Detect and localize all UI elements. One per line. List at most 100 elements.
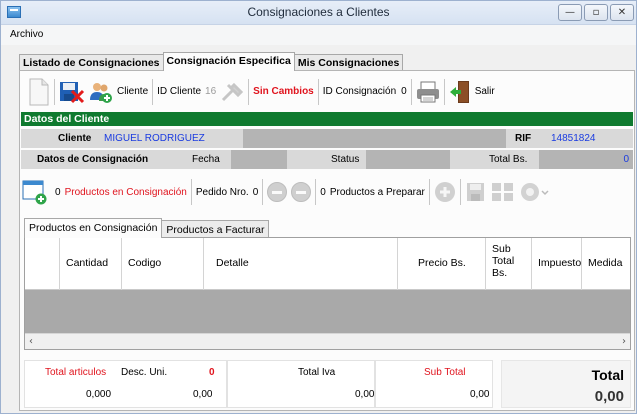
save-disabled-icon — [465, 181, 487, 203]
column-medida[interactable]: Medida — [581, 238, 630, 290]
status-value — [366, 150, 450, 169]
client-id-label: ID Cliente — [157, 86, 202, 97]
tab-productos-consignacion[interactable]: Productos en Consignación — [24, 218, 163, 238]
exit-door-icon[interactable] — [449, 80, 471, 104]
consignment-row: Datos de Consignación Fecha Status Total… — [21, 150, 633, 169]
column-detalle[interactable]: Detalle — [203, 238, 397, 290]
total-iva-value: 0,00 — [355, 389, 375, 400]
window-title: Consignaciones a Clientes — [247, 5, 390, 19]
total-bs-label: Total Bs. — [489, 154, 528, 165]
toolbar-separator — [459, 179, 461, 205]
scroll-right-icon[interactable]: › — [622, 336, 626, 347]
toolbar-separator — [262, 179, 264, 205]
desc-count: 0 — [209, 367, 215, 378]
main-tabs: Listado de Consignaciones Consignación E… — [19, 52, 404, 71]
total-bs-value: 0 — [539, 150, 633, 169]
tab-productos-facturar[interactable]: Productos a Facturar — [161, 220, 270, 238]
horizontal-scrollbar[interactable]: ‹ › — [25, 333, 630, 349]
column-medida-label: Medida — [588, 257, 623, 269]
total-iva-box: Total Iva 0,00 — [227, 360, 375, 408]
total-articles-label: Total articulos — [45, 367, 107, 378]
column-precio-label: Precio Bs. — [418, 257, 466, 269]
section-header: Datos del Cliente — [21, 112, 633, 126]
tab-mis-consignaciones[interactable]: Mis Consignaciones — [293, 54, 404, 71]
close-button[interactable]: ✕ — [610, 4, 634, 21]
desc-label: Desc. Uni. — [121, 367, 168, 378]
exit-label[interactable]: Salir — [475, 86, 495, 97]
column-cantidad[interactable]: Cantidad — [59, 238, 121, 290]
window-controls: — ▫ ✕ — [558, 4, 634, 21]
remove-icon[interactable] — [267, 182, 288, 202]
status-label: Status — [331, 154, 360, 165]
printer-icon[interactable] — [416, 80, 440, 104]
toolbar-separator — [443, 78, 445, 105]
menu-archivo[interactable]: Archivo — [10, 29, 43, 40]
grand-total-box: Total 0,00 — [501, 360, 631, 408]
client-row: Cliente MIGUEL RODRIGUEZ RIF 14851824 — [21, 129, 633, 148]
toolbar-separator — [317, 78, 319, 105]
column-cantidad-label: Cantidad — [66, 257, 109, 269]
total-articles-value: 0,000 — [86, 389, 112, 400]
remove-all-icon[interactable] — [291, 182, 312, 202]
tools-disabled-icon — [220, 81, 244, 103]
consignment-id-value: 0 — [401, 86, 407, 97]
save-cancel-icon[interactable] — [59, 80, 85, 104]
subtotal-value: 0,00 — [470, 389, 490, 400]
total-iva-label: Total Iva — [298, 367, 336, 378]
rif-label: RIF — [515, 133, 532, 144]
client-blank-cell — [243, 129, 506, 148]
tab-listado-consignaciones[interactable]: Listado de Consignaciones — [19, 54, 164, 71]
subtotal-box: Sub Total 0,00 — [375, 360, 493, 408]
client-label: Cliente — [117, 86, 149, 97]
tab-panel: Cliente ID Cliente 16 Sin Cambios ID Con… — [19, 70, 635, 411]
consignment-id-label: ID Consignación — [322, 86, 397, 97]
minimize-button[interactable]: — — [558, 4, 582, 21]
grand-total-value: 0,00 — [594, 388, 624, 405]
grid-disabled-icon — [491, 181, 515, 203]
add-circle-icon[interactable] — [434, 181, 456, 203]
row-selector-column — [25, 238, 59, 290]
app-window: Consignaciones a Clientes — ▫ ✕ Archivo … — [0, 0, 637, 414]
subtotal-label: Sub Total — [424, 367, 466, 378]
products-count: 0 — [55, 186, 61, 198]
title-bar: Consignaciones a Clientes — ▫ ✕ — [1, 1, 636, 25]
products-label: Productos en Consignación — [64, 186, 187, 198]
column-subtotal[interactable]: Sub Total Bs. — [485, 238, 531, 290]
toolbar-separator — [410, 78, 412, 105]
sync-dropdown-icon — [519, 181, 549, 203]
rif-value: 14851824 — [551, 133, 596, 144]
column-subtotal-label: Sub Total Bs. — [492, 243, 515, 279]
products-grid: Cantidad Codigo Detalle Precio Bs. Sub T… — [24, 237, 631, 350]
scroll-left-icon[interactable]: ‹ — [29, 336, 33, 347]
column-codigo-label: Codigo — [128, 257, 162, 269]
column-detalle-label: Detalle — [216, 257, 249, 269]
main-toolbar: Cliente ID Cliente 16 Sin Cambios ID Con… — [22, 74, 632, 109]
date-value[interactable] — [231, 150, 287, 169]
toolbar-separator — [315, 179, 317, 205]
grid-header: Cantidad Codigo Detalle Precio Bs. Sub T… — [25, 238, 630, 290]
toolbar-separator — [152, 78, 154, 105]
toolbar-separator — [428, 179, 430, 205]
tab-consignacion-especifica[interactable]: Consignación Especifica — [162, 52, 295, 71]
toolbar-separator — [54, 78, 55, 105]
grid-body — [25, 290, 630, 336]
column-codigo[interactable]: Codigo — [121, 238, 203, 290]
new-document-icon[interactable] — [28, 78, 50, 106]
column-impuesto[interactable]: Impuesto — [531, 238, 581, 290]
desc-value: 0,00 — [193, 389, 213, 400]
change-status: Sin Cambios — [253, 86, 314, 97]
add-product-window-icon[interactable] — [22, 179, 48, 205]
products-tabs: Productos en Consignación Productos a Fa… — [24, 218, 270, 238]
toolbar-separator — [190, 179, 192, 205]
total-articles-box: Total articulos 0,000 Desc. Uni. 0 0,00 — [24, 360, 227, 408]
column-precio[interactable]: Precio Bs. — [397, 238, 485, 290]
prepare-label: Productos a Preparar — [329, 186, 425, 198]
order-label: Pedido Nro. — [195, 186, 249, 198]
prepare-count: 0 — [320, 186, 326, 198]
client-name: MIGUEL RODRIGUEZ — [104, 133, 205, 144]
add-client-icon[interactable] — [89, 80, 113, 104]
menu-bar: Archivo — [1, 25, 636, 45]
maximize-button[interactable]: ▫ — [584, 4, 608, 21]
toolbar-separator — [248, 78, 250, 105]
column-impuesto-label: Impuesto — [538, 257, 582, 269]
